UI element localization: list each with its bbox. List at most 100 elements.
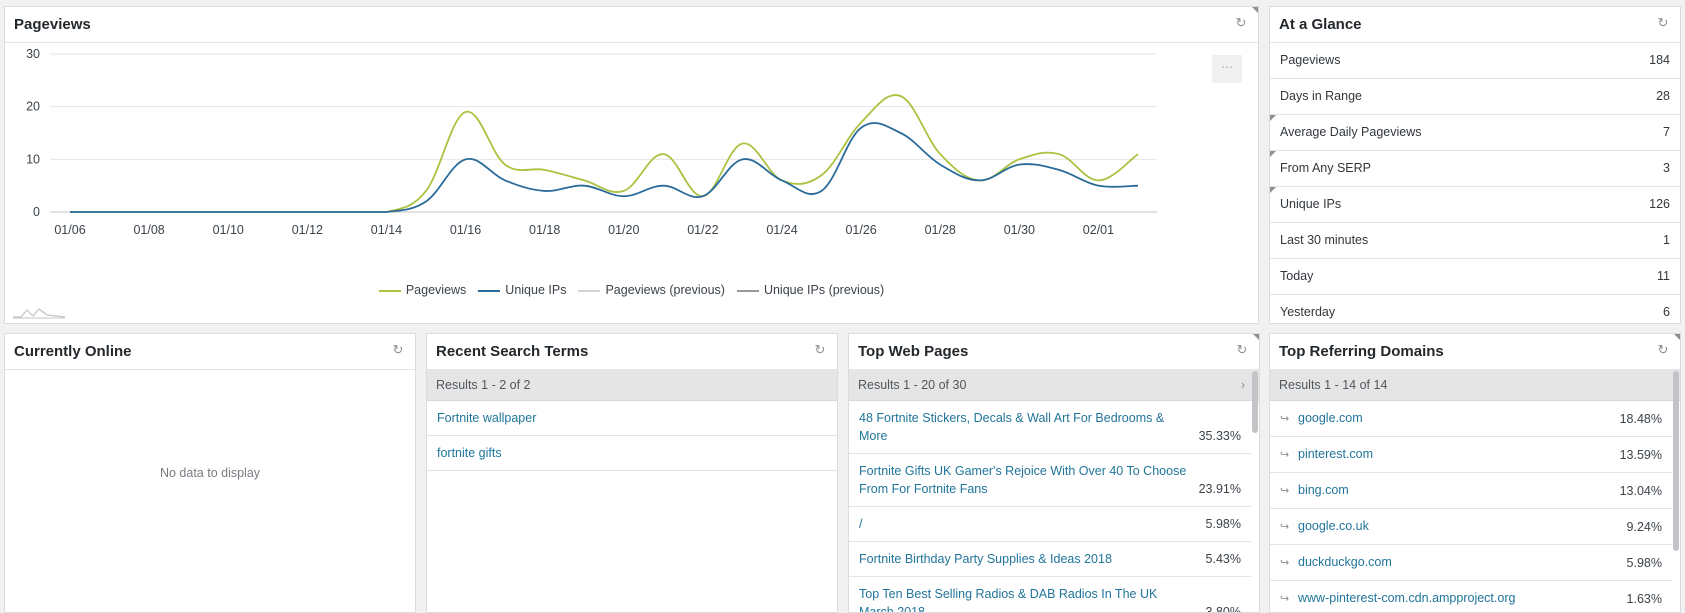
x-tick-label: 01/14 — [371, 223, 402, 237]
domain-link[interactable]: pinterest.com — [1298, 447, 1373, 461]
x-tick-label: 01/28 — [925, 223, 956, 237]
glance-label: Yesterday — [1280, 305, 1335, 319]
domain-link[interactable]: bing.com — [1298, 483, 1349, 497]
mini-chart-icon — [11, 305, 67, 319]
glance-label: Today — [1280, 269, 1313, 283]
page-link[interactable]: Top Ten Best Selling Radios & DAB Radios… — [859, 587, 1157, 613]
search-terms-header: Recent Search Terms ↻ — [427, 334, 837, 370]
list-item: ↪google.co.uk9.24% — [1270, 509, 1672, 545]
legend-item[interactable]: Unique IPs (previous) — [737, 283, 884, 297]
top-pages-title: Top Web Pages — [858, 343, 968, 360]
refresh-icon[interactable]: ↻ — [1656, 343, 1670, 357]
glance-row: Pageviews184 — [1270, 43, 1680, 79]
x-tick-label: 01/12 — [292, 223, 323, 237]
empty-message: No data to display — [5, 466, 415, 480]
page-link[interactable]: Fortnite Birthday Party Supplies & Ideas… — [859, 552, 1112, 566]
pageviews-panel: Pageviews ↻ ⋯ 010203001/0601/0801/1001/1… — [4, 6, 1259, 324]
percent-value: 35.33% — [1199, 427, 1241, 445]
external-link-icon[interactable]: ↪ — [1280, 446, 1292, 464]
external-link-icon[interactable]: ↪ — [1280, 590, 1292, 608]
corner-flag-icon — [1253, 334, 1259, 340]
x-tick-label: 01/10 — [213, 223, 244, 237]
glance-header: At a Glance ↻ — [1270, 7, 1680, 43]
refresh-icon[interactable]: ↻ — [1656, 16, 1670, 30]
referring-header: Top Referring Domains ↻ — [1270, 334, 1680, 370]
list-item: Fortnite wallpaper — [427, 401, 837, 436]
glance-row: Last 30 minutes 1 — [1270, 223, 1680, 259]
page-link[interactable]: Fortnite Gifts UK Gamer's Rejoice With O… — [859, 464, 1186, 496]
legend-item[interactable]: Pageviews — [379, 283, 466, 297]
legend-swatch — [478, 290, 500, 292]
percent-value: 5.43% — [1206, 550, 1241, 568]
legend-item[interactable]: Unique IPs — [478, 283, 566, 297]
domain-link[interactable]: www-pinterest-com.cdn.ampproject.org — [1298, 591, 1515, 605]
list-item: ↪ duckduckgo.com 5.98% — [1270, 545, 1672, 581]
percent-value: 23.91% — [1199, 480, 1241, 498]
y-tick-label: 20 — [26, 100, 40, 114]
x-tick-label: 01/30 — [1004, 223, 1035, 237]
legend-label: Pageviews — [406, 283, 466, 297]
search-term-link[interactable]: fortnite gifts — [437, 446, 502, 460]
refresh-icon[interactable]: ↻ — [813, 343, 827, 357]
top-pages-header: Top Web Pages ↻ — [849, 334, 1259, 370]
x-tick-label: 01/16 — [450, 223, 481, 237]
legend-label: Unique IPs (previous) — [764, 283, 884, 297]
percent-value: 3.80% — [1206, 603, 1241, 613]
x-tick-label: 01/20 — [608, 223, 639, 237]
search-term-link[interactable]: Fortnite wallpaper — [437, 411, 536, 425]
list-item: ↪pinterest.com13.59% — [1270, 437, 1672, 473]
list-item: 48 Fortnite Stickers, Decals & Wall Art … — [849, 401, 1251, 454]
scrollbar[interactable] — [1252, 371, 1258, 433]
glance-value: 6 — [1663, 295, 1670, 324]
next-page-button[interactable]: › — [1241, 370, 1245, 400]
domain-link[interactable]: google.com — [1298, 411, 1363, 425]
glance-row: Average Daily Pageviews7 — [1270, 115, 1680, 151]
top-pages-list: 48 Fortnite Stickers, Decals & Wall Art … — [849, 401, 1251, 613]
legend-swatch — [379, 290, 401, 292]
legend-label: Unique IPs — [505, 283, 566, 297]
flag-icon — [1270, 187, 1276, 193]
x-tick-label: 01/08 — [133, 223, 164, 237]
flag-icon — [1270, 115, 1276, 121]
external-link-icon[interactable]: ↪ — [1280, 554, 1292, 572]
glance-value: 184 — [1649, 43, 1670, 78]
percent-value: 13.04% — [1620, 482, 1662, 500]
percent-value: 5.98% — [1206, 515, 1241, 533]
y-tick-label: 30 — [26, 47, 40, 61]
list-item: fortnite gifts — [427, 436, 837, 471]
online-title: Currently Online — [14, 343, 132, 360]
external-link-icon[interactable]: ↪ — [1280, 518, 1292, 536]
glance-label: Last 30 minutes — [1280, 233, 1368, 247]
external-link-icon[interactable]: ↪ — [1280, 410, 1292, 428]
glance-value: 1 — [1663, 223, 1670, 258]
legend-label: Pageviews (previous) — [605, 283, 725, 297]
refresh-icon[interactable]: ↻ — [391, 343, 405, 357]
y-tick-label: 0 — [33, 205, 40, 219]
search-terms-title: Recent Search Terms — [436, 343, 588, 360]
pageviews-chart: 010203001/0601/0801/1001/1201/1401/1601/… — [5, 7, 1259, 287]
page-link[interactable]: / — [859, 517, 862, 531]
online-panel: Currently Online ↻ No data to display — [4, 333, 416, 613]
domain-link[interactable]: duckduckgo.com — [1298, 555, 1392, 569]
scrollbar[interactable] — [1673, 371, 1679, 551]
list-item: ↪www-pinterest-com.cdn.ampproject.org1.6… — [1270, 581, 1672, 613]
domain-link[interactable]: google.co.uk — [1298, 519, 1369, 533]
series-line-pageviews — [70, 95, 1138, 212]
percent-value: 5.98% — [1627, 554, 1662, 572]
referring-panel: Top Referring Domains ↻ Results 1 - 14 o… — [1269, 333, 1681, 613]
legend-item[interactable]: Pageviews (previous) — [578, 283, 725, 297]
results-count: Results 1 - 14 of 14 — [1270, 370, 1680, 401]
top-pages-panel: Top Web Pages ↻ Results 1 - 20 of 30 › 4… — [848, 333, 1260, 613]
list-item: / 5.98% — [849, 507, 1251, 542]
external-link-icon[interactable]: ↪ — [1280, 482, 1292, 500]
list-item: Fortnite Birthday Party Supplies & Ideas… — [849, 542, 1251, 577]
referring-title: Top Referring Domains — [1279, 343, 1444, 360]
list-item: ↪ bing.com 13.04% — [1270, 473, 1672, 509]
results-count: Results 1 - 20 of 30 — [858, 378, 966, 392]
refresh-icon[interactable]: ↻ — [1235, 343, 1249, 357]
x-tick-label: 02/01 — [1083, 223, 1114, 237]
glance-value: 7 — [1663, 115, 1670, 150]
y-tick-label: 10 — [26, 152, 40, 166]
page-link[interactable]: 48 Fortnite Stickers, Decals & Wall Art … — [859, 411, 1164, 443]
corner-flag-icon — [1674, 334, 1680, 340]
